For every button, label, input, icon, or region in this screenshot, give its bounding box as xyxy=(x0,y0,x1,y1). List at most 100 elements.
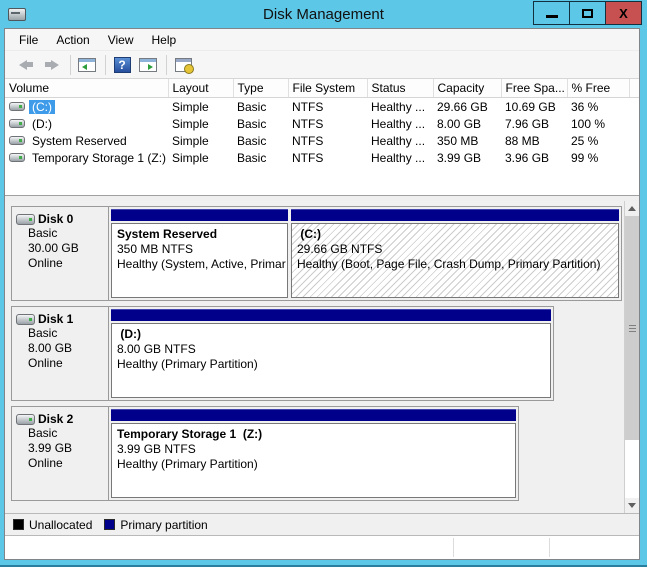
volume-cell: System Reserved xyxy=(5,132,168,149)
partition-color-bar xyxy=(111,409,516,421)
table-header-row: VolumeLayoutTypeFile SystemStatusCapacit… xyxy=(5,79,639,98)
scroll-down-button[interactable] xyxy=(625,498,639,513)
volume-cell-content: Temporary Storage 1 (Z:) xyxy=(9,149,164,166)
partition-title: System Reserved xyxy=(117,227,287,242)
disk-rows: Disk 0Basic30.00 GBOnlineSystem Reserved… xyxy=(5,201,624,513)
partition-title: Temporary Storage 1 (Z:) xyxy=(117,427,515,442)
disk-label[interactable]: Disk 2Basic3.99 GBOnline xyxy=(12,407,109,500)
partition-health: Healthy (Boot, Page File, Crash Dump, Pr… xyxy=(297,257,618,272)
menu-action[interactable]: Action xyxy=(47,30,98,50)
disk-row: Disk 1Basic8.00 GBOnline (D:)8.00 GB NTF… xyxy=(11,306,554,401)
partition-color-bar xyxy=(111,309,551,321)
disk-type: Basic xyxy=(16,426,108,441)
table-row[interactable]: System ReservedSimpleBasicNTFSHealthy ..… xyxy=(5,132,639,149)
disk-graph-pane: Disk 0Basic30.00 GBOnlineSystem Reserved… xyxy=(5,201,639,513)
back-button[interactable] xyxy=(14,53,38,77)
partition-health: Healthy (System, Active, Primar xyxy=(117,257,287,272)
disk-label[interactable]: Disk 0Basic30.00 GBOnline xyxy=(12,207,109,300)
volume-cell: (C:) xyxy=(5,98,168,116)
minimize-button[interactable] xyxy=(533,1,570,25)
caption-buttons: X xyxy=(534,1,642,25)
column-header-status[interactable]: Status xyxy=(367,79,433,98)
partition-health: Healthy (Primary Partition) xyxy=(117,357,550,372)
menu-file[interactable]: File xyxy=(10,30,47,50)
disk-name: Disk 0 xyxy=(38,212,73,226)
help-icon: ? xyxy=(114,57,131,73)
column-header-free-spa[interactable]: Free Spa... xyxy=(501,79,567,98)
disk-row: Disk 2Basic3.99 GBOnlineTemporary Storag… xyxy=(11,406,519,501)
disk-label[interactable]: Disk 1Basic8.00 GBOnline xyxy=(12,307,109,400)
disk-status: Online xyxy=(16,356,108,371)
menu-help[interactable]: Help xyxy=(143,30,186,50)
volume-list-pane: VolumeLayoutTypeFile SystemStatusCapacit… xyxy=(5,79,639,196)
column-header-free[interactable]: % Free xyxy=(567,79,629,98)
table-row[interactable]: (C:)SimpleBasicNTFSHealthy ...29.66 GB10… xyxy=(5,98,639,116)
drive-icon xyxy=(9,119,25,128)
cell-filler xyxy=(629,115,639,132)
menu-view[interactable]: View xyxy=(99,30,143,50)
disk-view-scrollbar[interactable] xyxy=(624,201,639,513)
partitions-strip: (D:)8.00 GB NTFSHealthy (Primary Partiti… xyxy=(109,307,553,400)
scroll-up-button[interactable] xyxy=(625,201,639,216)
forward-arrow-icon xyxy=(45,60,59,70)
disk-size: 3.99 GB xyxy=(16,441,108,456)
chevron-down-icon xyxy=(628,503,636,508)
cell-fs: NTFS xyxy=(288,149,367,166)
column-header-layout[interactable]: Layout xyxy=(168,79,233,98)
volume-cell: Temporary Storage 1 (Z:) xyxy=(5,149,168,166)
cell-pct: 36 % xyxy=(567,98,629,116)
cell-free: 3.96 GB xyxy=(501,149,567,166)
partition[interactable]: (C:)29.66 GB NTFSHealthy (Boot, Page Fil… xyxy=(291,209,619,298)
scrollbar-thumb[interactable] xyxy=(625,216,639,440)
legend-label: Unallocated xyxy=(29,518,92,532)
partition-box[interactable]: (D:)8.00 GB NTFSHealthy (Primary Partiti… xyxy=(111,323,551,398)
disk-status: Online xyxy=(16,256,108,271)
cell-filler xyxy=(629,149,639,166)
cell-type: Basic xyxy=(233,98,288,116)
partition-box[interactable]: System Reserved350 MB NTFSHealthy (Syste… xyxy=(111,223,288,298)
column-header-volume[interactable]: Volume xyxy=(5,79,168,98)
cell-layout: Simple xyxy=(168,115,233,132)
show-console-tree-button[interactable] xyxy=(75,53,99,77)
maximize-button[interactable] xyxy=(569,1,606,25)
close-button[interactable]: X xyxy=(605,1,642,25)
volume-label: System Reserved xyxy=(29,134,130,148)
toolbar-separator xyxy=(70,55,71,75)
disk-management-window: Disk Management X File Action View Help xyxy=(0,0,647,567)
table-row[interactable]: (D:)SimpleBasicNTFSHealthy ...8.00 GB7.9… xyxy=(5,115,639,132)
volume-cell: (D:) xyxy=(5,115,168,132)
action-pane-icon xyxy=(139,58,157,72)
volume-cell-content: (C:) xyxy=(9,98,164,115)
partitions-strip: Temporary Storage 1 (Z:)3.99 GB NTFSHeal… xyxy=(109,407,518,500)
partition-detail: 29.66 GB NTFS xyxy=(297,242,618,257)
volume-cell-content: (D:) xyxy=(9,115,164,132)
legend-item-unallocated: Unallocated xyxy=(13,518,92,532)
help-button[interactable]: ? xyxy=(110,53,134,77)
table-row[interactable]: Temporary Storage 1 (Z:)SimpleBasicNTFSH… xyxy=(5,149,639,166)
show-action-pane-button[interactable] xyxy=(136,53,160,77)
forward-button[interactable] xyxy=(40,53,64,77)
volume-label: (D:) xyxy=(29,117,55,131)
partition[interactable]: Temporary Storage 1 (Z:)3.99 GB NTFSHeal… xyxy=(111,409,516,498)
partition[interactable]: (D:)8.00 GB NTFSHealthy (Primary Partiti… xyxy=(111,309,551,398)
column-header-capacity[interactable]: Capacity xyxy=(433,79,501,98)
column-header-file-system[interactable]: File System xyxy=(288,79,367,98)
cell-fs: NTFS xyxy=(288,115,367,132)
cell-fs: NTFS xyxy=(288,132,367,149)
status-bar xyxy=(5,535,639,559)
disk-name: Disk 1 xyxy=(38,312,73,326)
cell-capacity: 350 MB xyxy=(433,132,501,149)
partition[interactable]: System Reserved350 MB NTFSHealthy (Syste… xyxy=(111,209,288,298)
column-header-type[interactable]: Type xyxy=(233,79,288,98)
disk-icon xyxy=(16,214,35,225)
legend-bar: UnallocatedPrimary partition xyxy=(5,513,639,535)
titlebar[interactable]: Disk Management X xyxy=(0,0,647,28)
disk-row: Disk 0Basic30.00 GBOnlineSystem Reserved… xyxy=(11,206,622,301)
partition-box[interactable]: (C:)29.66 GB NTFSHealthy (Boot, Page Fil… xyxy=(291,223,619,298)
scrollbar-track[interactable] xyxy=(625,440,639,498)
drive-icon xyxy=(9,136,25,145)
cell-layout: Simple xyxy=(168,149,233,166)
console-options-button[interactable] xyxy=(171,53,195,77)
cell-layout: Simple xyxy=(168,132,233,149)
partition-box[interactable]: Temporary Storage 1 (Z:)3.99 GB NTFSHeal… xyxy=(111,423,516,498)
